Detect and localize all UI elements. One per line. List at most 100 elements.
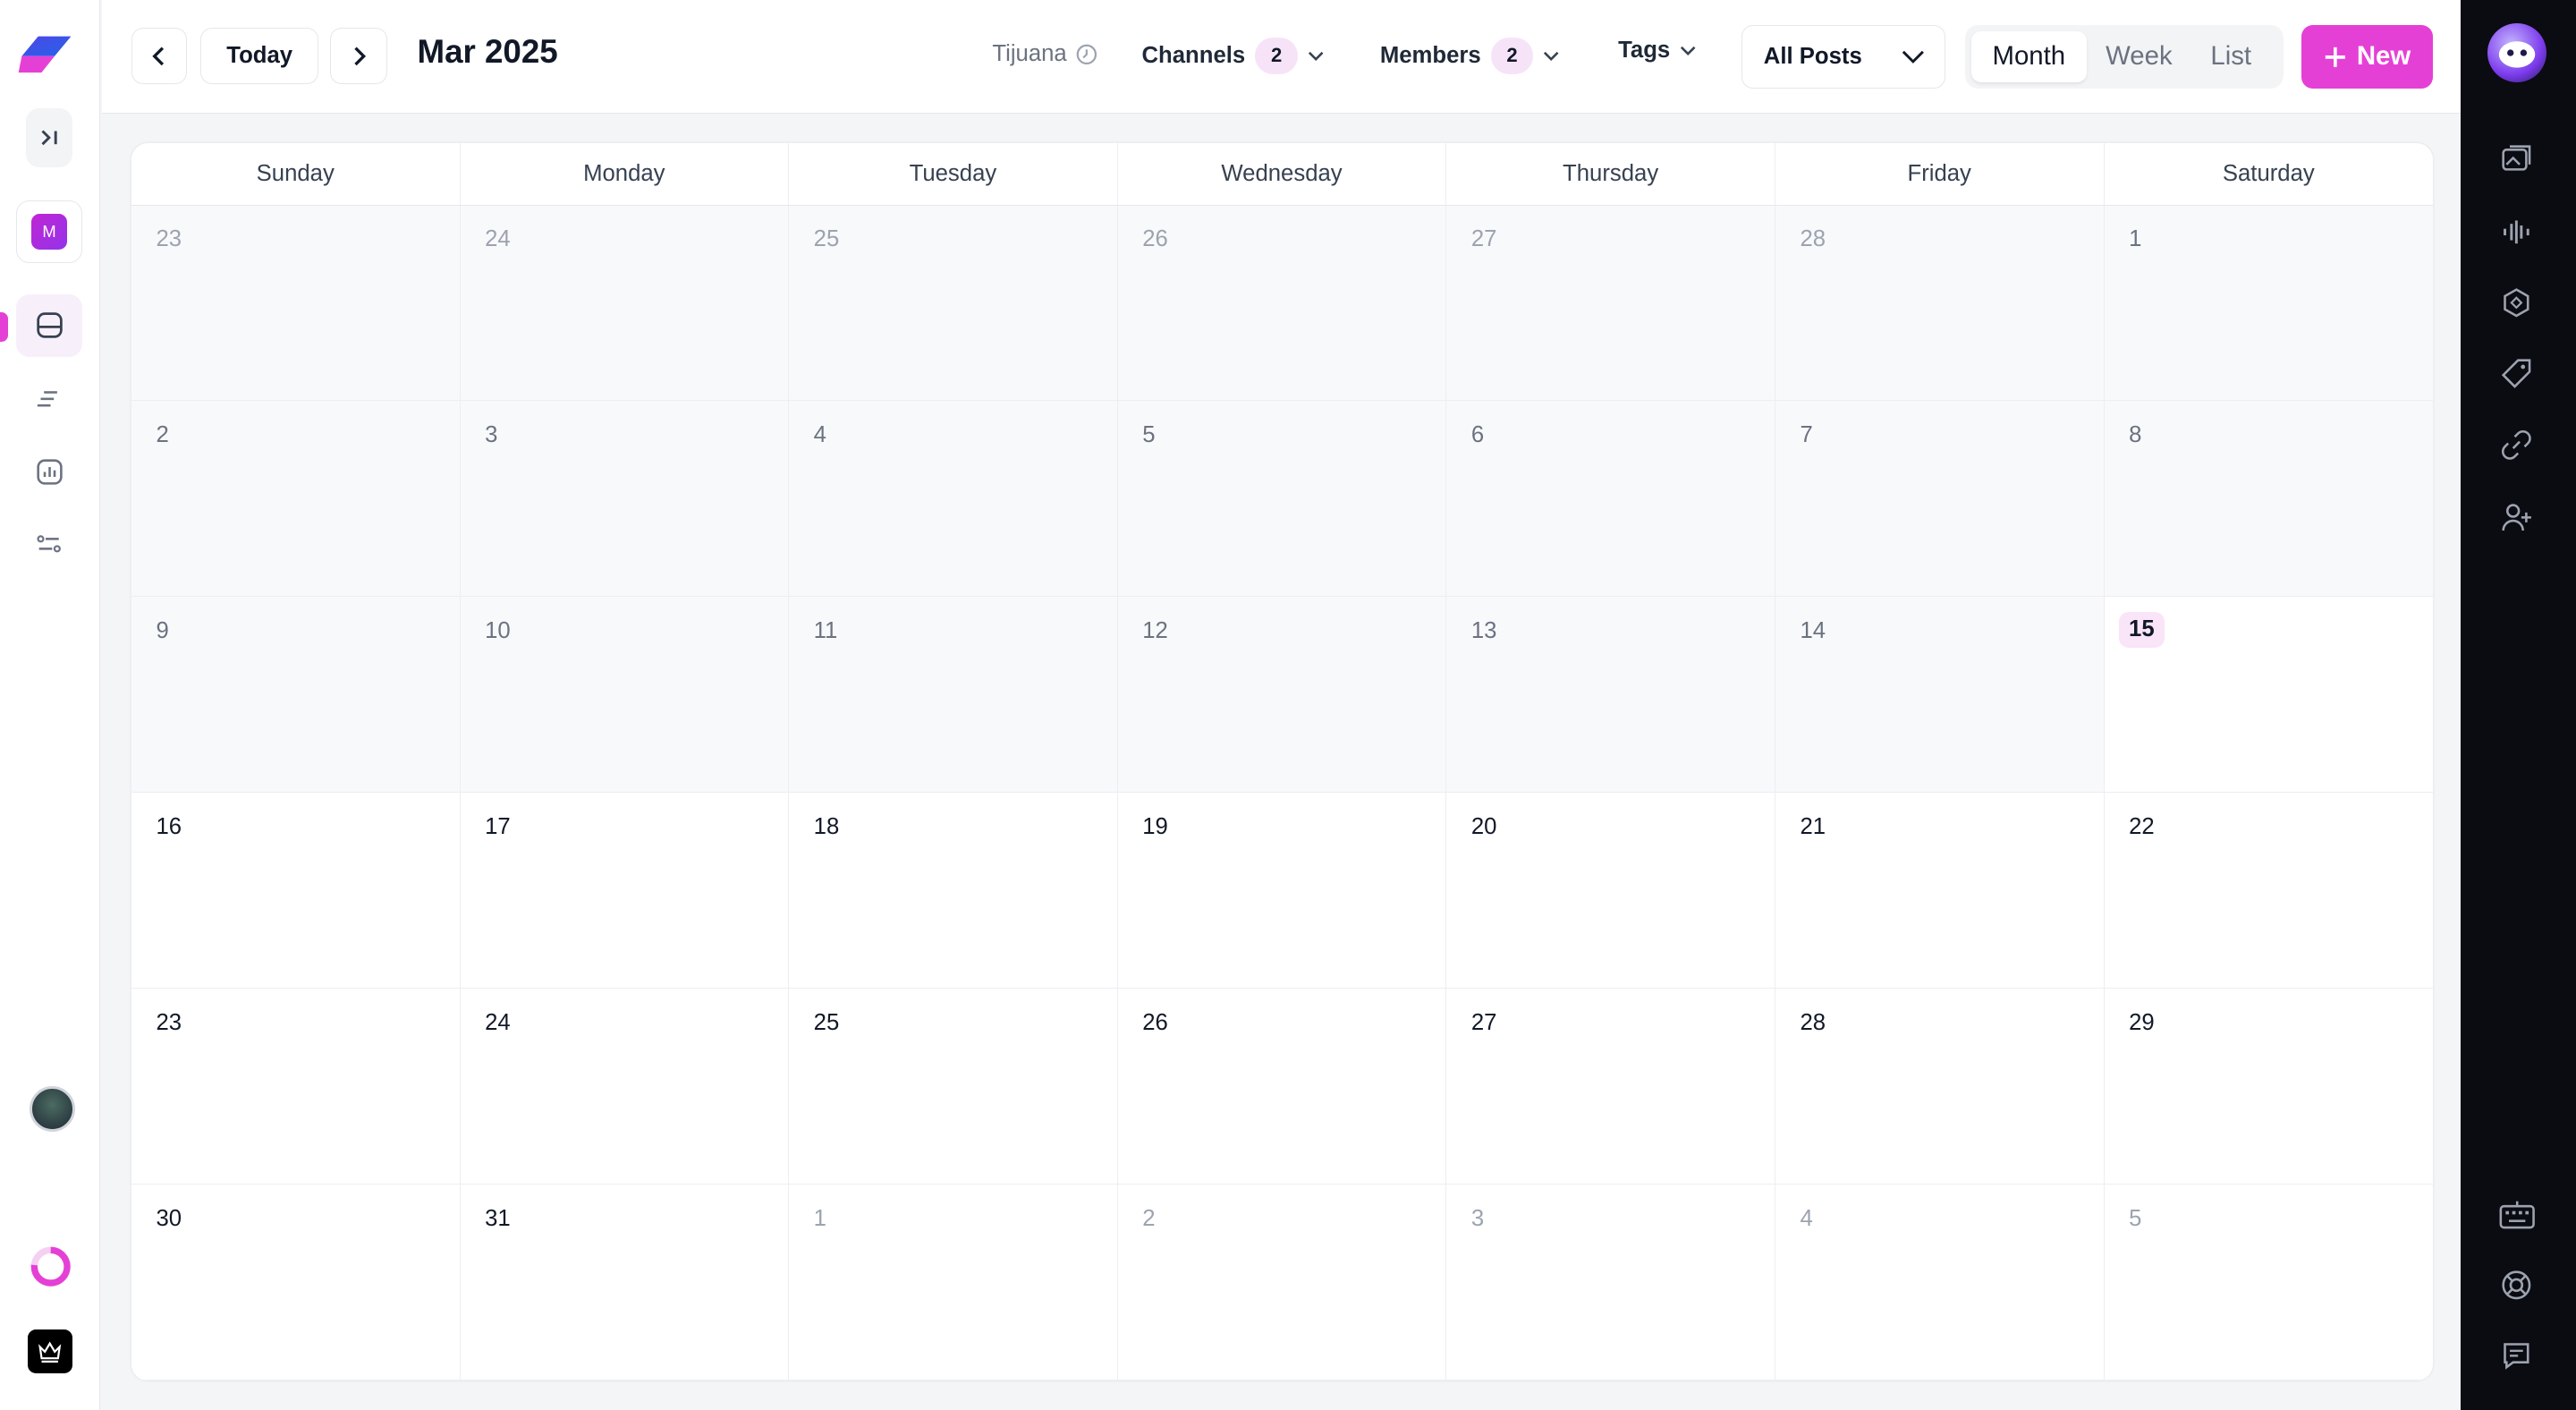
day-cell[interactable]: 8 (2104, 401, 2434, 598)
day-cell[interactable]: 26 (1117, 989, 1447, 1185)
new-post-button[interactable]: New (2301, 24, 2434, 89)
toolbar: Today Mar 2025 Tijuana Channels 2 Member… (101, 0, 2462, 114)
day-cell[interactable]: 31 (460, 1184, 790, 1380)
posts-type-select[interactable]: All Posts (1741, 24, 1945, 89)
progress-ring-icon[interactable] (28, 1244, 73, 1289)
day-cell[interactable]: 23 (131, 989, 461, 1185)
day-cell[interactable]: 19 (1117, 793, 1447, 990)
day-cell[interactable]: 11 (789, 597, 1118, 794)
day-cell[interactable]: 20 (1446, 793, 1775, 990)
members-label: Members (1379, 42, 1481, 68)
app-logo-icon[interactable] (15, 33, 74, 76)
day-number: 16 (156, 814, 182, 840)
day-number: 4 (1800, 1205, 1813, 1231)
day-cell[interactable]: 4 (1775, 1184, 2105, 1380)
audio-icon[interactable] (2499, 214, 2535, 250)
day-cell[interactable]: 28 (1775, 205, 2105, 402)
day-cell[interactable]: 7 (1775, 401, 2105, 598)
day-cell[interactable]: 18 (789, 793, 1118, 990)
chevron-left-icon (152, 47, 164, 65)
day-cell[interactable]: 4 (789, 401, 1118, 598)
day-cell[interactable]: 13 (1446, 597, 1775, 794)
day-cell[interactable]: 17 (460, 793, 790, 990)
view-list-tab[interactable]: List (2195, 31, 2267, 82)
workspace-switcher[interactable]: M (16, 200, 82, 263)
day-cell[interactable]: 21 (1775, 793, 2105, 990)
day-cell[interactable]: 24 (460, 989, 790, 1185)
chevron-down-icon (1902, 50, 1924, 64)
add-user-icon[interactable] (2499, 499, 2535, 535)
nav-analytics[interactable] (16, 440, 81, 503)
day-number: 18 (813, 814, 840, 840)
day-cell[interactable]: 26 (1117, 205, 1447, 402)
active-nav-indicator (0, 311, 9, 343)
view-week-tab[interactable]: Week (2097, 31, 2182, 82)
day-cell[interactable]: 5 (2104, 1184, 2434, 1380)
day-cell[interactable]: 24 (460, 205, 790, 402)
weekday-saturday: Saturday (2222, 160, 2315, 186)
weekday-header: Sunday Monday Tuesday Wednesday Thursday… (131, 142, 2434, 206)
timezone-label: Tijuana (992, 40, 1067, 66)
upgrade-button[interactable] (28, 1329, 72, 1374)
user-avatar[interactable] (30, 1086, 76, 1133)
day-cell[interactable]: 3 (1446, 1184, 1775, 1380)
channels-filter[interactable]: Channels 2 (1142, 38, 1325, 74)
collapse-sidebar-button[interactable] (26, 108, 72, 168)
view-switcher: Month Week List (1964, 24, 2284, 89)
clock-icon (1076, 44, 1097, 64)
day-number: 4 (813, 422, 826, 448)
assistant-avatar[interactable] (2487, 22, 2546, 82)
help-icon[interactable] (2499, 1267, 2535, 1303)
next-month-button[interactable] (330, 28, 388, 84)
members-filter[interactable]: Members 2 (1379, 38, 1560, 74)
day-number: 31 (485, 1205, 511, 1231)
page-title: Mar 2025 (417, 32, 558, 70)
settings-icon (37, 535, 62, 553)
day-cell[interactable]: 25 (789, 989, 1118, 1185)
nav-posts[interactable] (16, 368, 81, 430)
badge-icon[interactable] (2499, 285, 2535, 320)
day-cell[interactable]: 2 (131, 401, 461, 598)
chevron-right-icon (354, 47, 367, 65)
day-cell[interactable]: 12 (1117, 597, 1447, 794)
link-icon[interactable] (2499, 428, 2535, 463)
day-cell[interactable]: 23 (131, 205, 461, 402)
weekday-wednesday: Wednesday (1118, 142, 1447, 205)
timezone-selector[interactable]: Tijuana (992, 41, 1097, 67)
day-cell[interactable]: 22 (2104, 793, 2434, 990)
day-cell[interactable]: 2 (1117, 1184, 1447, 1380)
day-cell[interactable]: 5 (1117, 401, 1447, 598)
previous-month-button[interactable] (131, 28, 188, 84)
nav-calendar[interactable] (16, 293, 82, 357)
day-cell[interactable]: 1 (2104, 205, 2434, 402)
day-cell[interactable]: 27 (1446, 989, 1775, 1185)
day-cell[interactable]: 9 (131, 597, 461, 794)
day-cell-today[interactable]: 15 (2104, 597, 2434, 794)
day-cell[interactable]: 29 (2104, 989, 2434, 1185)
nav-settings[interactable] (16, 513, 81, 575)
new-post-label: New (2356, 41, 2411, 72)
today-button[interactable]: Today (200, 28, 319, 84)
day-cell[interactable]: 1 (789, 1184, 1118, 1380)
day-number: 2 (1142, 1205, 1156, 1231)
day-cell[interactable]: 30 (131, 1184, 461, 1380)
view-month-tab[interactable]: Month (1971, 30, 2087, 82)
day-cell[interactable]: 3 (460, 401, 790, 598)
crown-icon (38, 1341, 62, 1363)
day-cell[interactable]: 27 (1446, 205, 1775, 402)
day-cell[interactable]: 16 (131, 793, 461, 990)
day-cell[interactable]: 14 (1775, 597, 2105, 794)
tags-filter[interactable]: Tags (1618, 38, 1696, 64)
keyboard-icon[interactable] (2499, 1196, 2535, 1232)
day-number: 9 (156, 618, 169, 644)
chat-icon[interactable] (2499, 1338, 2535, 1373)
day-cell[interactable]: 28 (1775, 989, 2105, 1185)
media-icon[interactable] (2499, 141, 2535, 177)
day-number: 25 (813, 1009, 840, 1035)
channels-count-badge: 2 (1255, 38, 1298, 74)
tag-icon[interactable] (2499, 355, 2535, 391)
day-cell[interactable]: 6 (1446, 401, 1775, 598)
day-cell[interactable]: 25 (789, 205, 1118, 402)
day-cell[interactable]: 10 (460, 597, 790, 794)
day-number: 24 (485, 226, 511, 252)
